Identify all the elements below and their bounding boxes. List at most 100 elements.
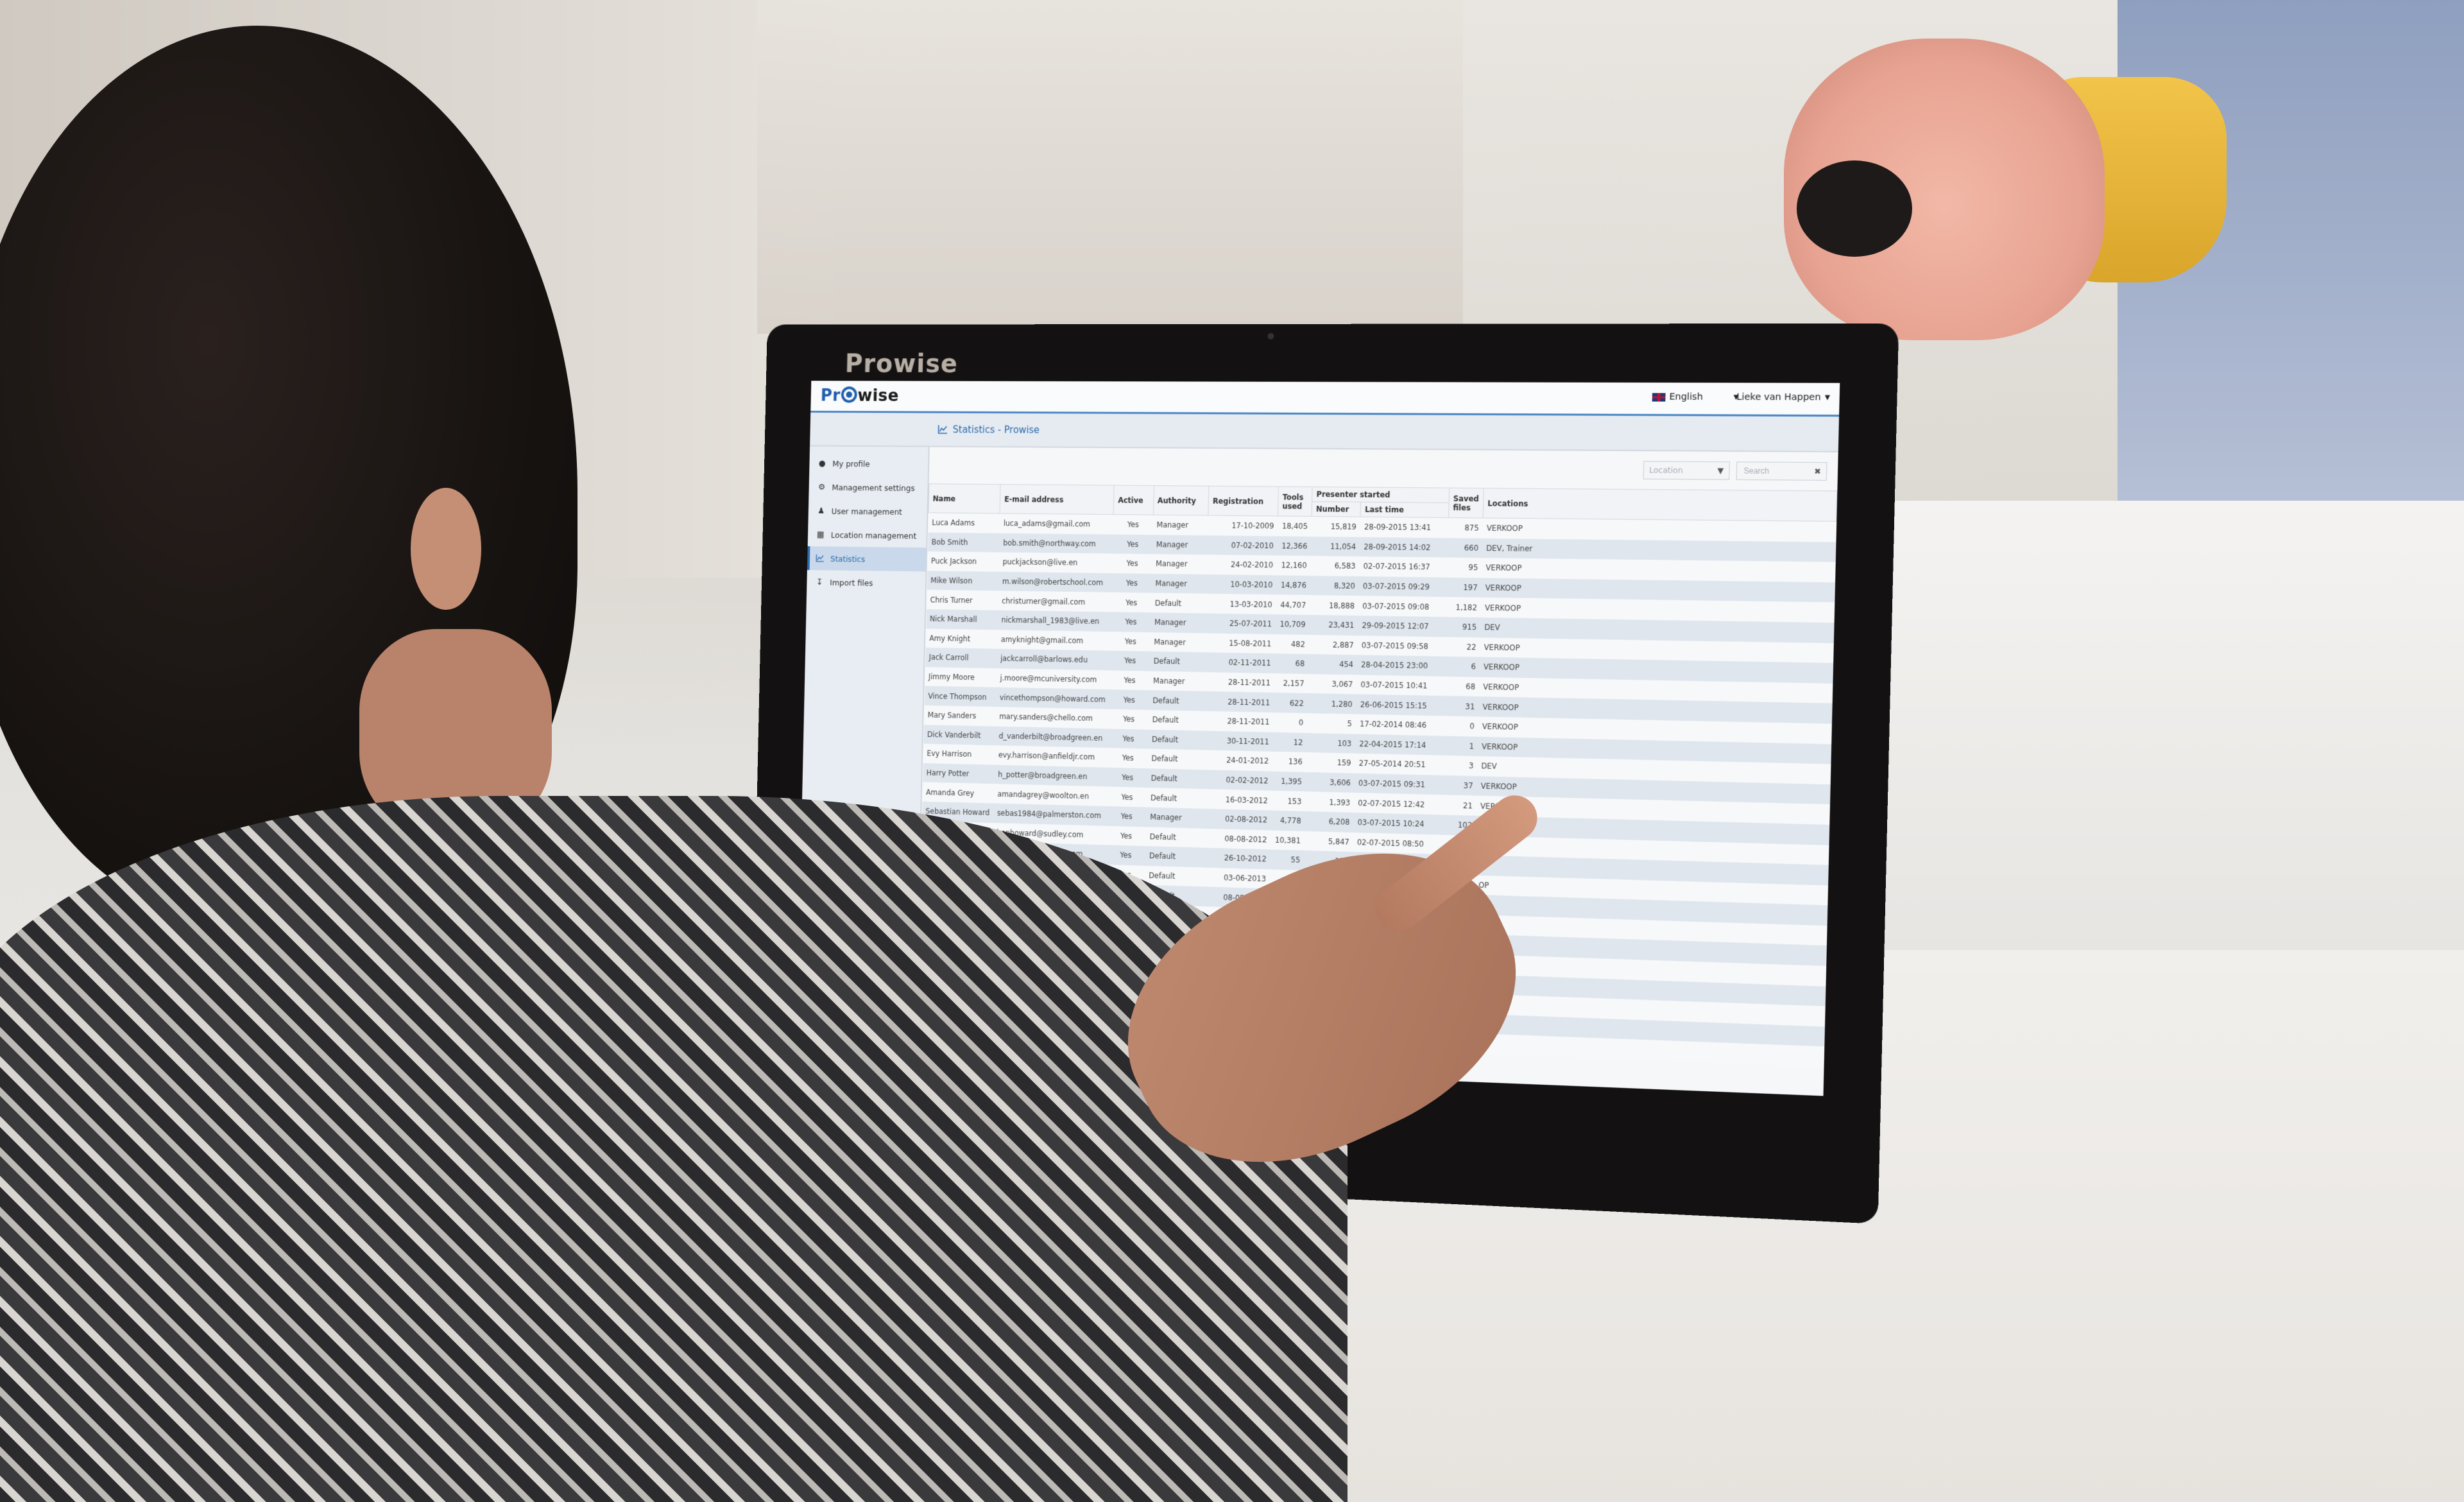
cell-email: j.moore@mcuniversity.com xyxy=(1000,673,1097,684)
cell-active: Yes xyxy=(1125,598,1138,607)
cell-saved-files: 197 xyxy=(1463,583,1478,592)
col-locations[interactable]: Locations xyxy=(1483,488,1837,522)
cell-authority: Default xyxy=(1149,851,1176,861)
sidebar-item-management-settings[interactable]: ⚙ Management settings xyxy=(809,475,928,500)
cell-email: luca_adams@gmail.com xyxy=(1003,519,1091,529)
cell-registration: 02-02-2012 xyxy=(1226,775,1269,786)
cell-authority: Default xyxy=(1149,870,1176,881)
location-dropdown[interactable]: Location ▼ xyxy=(1643,461,1730,480)
cell-name: Chris Turner xyxy=(930,595,973,605)
col-number[interactable]: Number xyxy=(1312,501,1361,517)
col-saved-files[interactable]: Saved files xyxy=(1448,488,1484,519)
cell-active: Yes xyxy=(1122,753,1134,763)
uk-flag-icon xyxy=(1652,392,1666,402)
cell-tools-used: 18,405 xyxy=(1281,521,1308,531)
cell-presenter-number: 18,888 xyxy=(1328,601,1355,610)
webcam xyxy=(1267,332,1274,340)
user-menu[interactable]: Lieke van Happen ▼ xyxy=(1736,392,1830,403)
cell-authority: Manager xyxy=(1154,617,1186,628)
col-email[interactable]: E-mail address xyxy=(1000,484,1115,515)
person-ear xyxy=(411,488,481,610)
sidebar-item-label: Import files xyxy=(830,577,873,588)
cell-active: Yes xyxy=(1122,734,1134,743)
col-last-time[interactable]: Last time xyxy=(1360,502,1450,518)
cell-registration: 30-11-2011 xyxy=(1226,736,1269,747)
language-label: English xyxy=(1669,392,1704,402)
cell-presenter-number: 2,887 xyxy=(1332,640,1354,650)
top-bar: Pr wise English ▼ Lieke van Happen ▼ xyxy=(810,381,1840,417)
cell-tools-used: 153 xyxy=(1287,796,1302,806)
cell-presenter-last-time: 02-07-2015 12:42 xyxy=(1358,798,1425,809)
cell-presenter-number: 3,067 xyxy=(1331,679,1353,689)
cell-active: Yes xyxy=(1122,714,1135,724)
cell-saved-files: 37 xyxy=(1463,781,1473,791)
bezel-logo: Prowise xyxy=(844,349,959,379)
col-authority[interactable]: Authority xyxy=(1153,485,1210,515)
cell-name: Evy Harrison xyxy=(927,749,972,759)
cell-presenter-number: 454 xyxy=(1339,660,1354,669)
person-sweater xyxy=(0,796,1348,1502)
cell-registration: 13-03-2010 xyxy=(1229,599,1272,609)
cell-active: Yes xyxy=(1126,559,1138,569)
cell-saved-files: 875 xyxy=(1464,523,1479,533)
clear-icon[interactable]: ✖ xyxy=(1814,467,1821,476)
cell-authority: Manager xyxy=(1150,812,1182,823)
cell-presenter-last-time: 26-06-2015 15:15 xyxy=(1360,700,1427,711)
sidebar-item-statistics[interactable]: Statistics xyxy=(807,546,927,572)
cell-registration: 28-11-2011 xyxy=(1228,677,1271,687)
cell-email: nickmarshall_1983@live.en xyxy=(1001,616,1100,626)
col-active[interactable]: Active xyxy=(1113,485,1154,515)
import-icon: ↧ xyxy=(816,577,823,587)
col-tools-used[interactable]: Tools used xyxy=(1278,487,1313,517)
cell-authority: Default xyxy=(1152,715,1179,725)
cell-presenter-number: 1,393 xyxy=(1329,797,1351,807)
sidebar-item-location-management[interactable]: ▦ Location management xyxy=(808,522,927,548)
cell-email: h_potter@broadgreen.en xyxy=(997,770,1088,781)
cell-presenter-last-time: 22-04-2015 17:14 xyxy=(1359,739,1426,750)
cell-registration: 10-03-2010 xyxy=(1230,580,1273,590)
cell-presenter-number: 3,606 xyxy=(1329,777,1351,788)
cell-presenter-number: 159 xyxy=(1337,758,1351,768)
sidebar-item-my-profile[interactable]: ● My profile xyxy=(809,451,928,476)
cell-tools-used: 14,876 xyxy=(1280,580,1307,591)
cell-name: Harry Potter xyxy=(926,768,970,779)
gear-icon: ⚙ xyxy=(817,482,826,492)
cell-active: Yes xyxy=(1124,675,1136,686)
cell-active: Yes xyxy=(1121,792,1133,802)
cell-presenter-last-time: 03-07-2015 10:41 xyxy=(1360,680,1428,691)
search-input[interactable] xyxy=(1742,465,1806,477)
cell-tools-used: 136 xyxy=(1288,757,1303,767)
cell-name: Dick Vanderbilt xyxy=(927,730,981,740)
cell-authority: Manager xyxy=(1156,559,1188,569)
user-icon: ● xyxy=(818,458,826,469)
cell-tools-used: 4,778 xyxy=(1279,816,1301,826)
cell-registration: 15-08-2011 xyxy=(1229,638,1272,648)
cell-active: Yes xyxy=(1125,578,1138,588)
cell-tools-used: 10,381 xyxy=(1274,835,1301,845)
sidebar-item-user-management[interactable]: ♟ User management xyxy=(808,499,927,524)
col-registration[interactable]: Registration xyxy=(1208,486,1279,516)
app-logo[interactable]: Pr wise xyxy=(821,386,900,406)
language-selector[interactable]: English ▼ xyxy=(1652,392,1739,402)
cell-active: Yes xyxy=(1124,637,1136,646)
sidebar-item-import-files[interactable]: ↧ Import files xyxy=(807,570,925,596)
logo-suffix: wise xyxy=(857,386,900,406)
cell-email: christurner@gmail.com xyxy=(1001,596,1086,607)
cell-saved-files: 31 xyxy=(1465,702,1475,711)
cell-email: mary.sanders@chello.com xyxy=(998,712,1093,723)
cell-authority: Default xyxy=(1151,773,1178,784)
cell-registration: 24-02-2010 xyxy=(1230,560,1274,570)
cell-authority: Default xyxy=(1152,695,1179,705)
cell-presenter-number: 6,208 xyxy=(1328,817,1350,827)
cell-registration: 08-08-2012 xyxy=(1224,834,1267,845)
cell-tools-used: 44,707 xyxy=(1280,600,1306,610)
cell-presenter-last-time: 28-09-2015 13:41 xyxy=(1364,522,1432,533)
page-title: Statistics - Prowise xyxy=(938,424,1040,436)
sidebar-item-label: User management xyxy=(831,506,902,517)
col-name[interactable]: Name xyxy=(928,483,1001,514)
cell-registration: 02-11-2011 xyxy=(1228,658,1271,668)
cell-presenter-last-time: 28-09-2015 14:02 xyxy=(1364,542,1431,553)
cell-active: Yes xyxy=(1120,831,1133,841)
search-box: ✖ xyxy=(1736,462,1827,481)
cell-authority: Manager xyxy=(1154,637,1186,647)
